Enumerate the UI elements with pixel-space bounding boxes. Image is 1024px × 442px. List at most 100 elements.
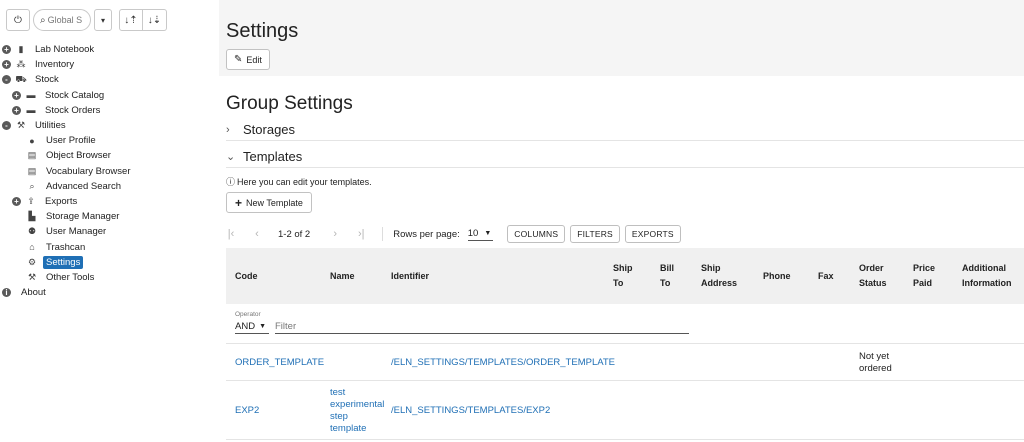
search-options-dropdown[interactable]: ▾ — [94, 9, 112, 31]
tree-item-user-profile[interactable]: ● User Profile — [0, 133, 219, 148]
cell-identifier[interactable]: /ELN_SETTINGS/TEMPLATES/EXP2 — [391, 405, 550, 417]
tree-item-about[interactable]: i About — [0, 285, 219, 300]
section-storages-label: Storages — [243, 122, 296, 137]
exports-button[interactable]: EXPORTS — [624, 225, 681, 243]
column-header-line: Order — [859, 263, 884, 273]
rows-per-page-select[interactable]: 10 ▼ — [467, 227, 494, 241]
column-header-code[interactable]: Code — [235, 269, 258, 284]
tree-item-lab-notebook[interactable]: + ▮ Lab Notebook — [0, 42, 219, 57]
tree-item-vocabulary-browser[interactable]: ▤ Vocabulary Browser — [0, 164, 219, 179]
edit-button[interactable]: ✎ Edit — [226, 49, 270, 70]
tree-item-advanced-search[interactable]: ⌕ Advanced Search — [0, 179, 219, 194]
column-header-line: Bill — [660, 263, 675, 273]
edit-button-label: Edit — [246, 54, 262, 65]
column-header-order-status[interactable]: Order Status — [859, 261, 887, 291]
cart-icon: ⛟ — [15, 73, 27, 84]
global-filter-input[interactable] — [275, 321, 689, 334]
templates-info: ⓘ Here you can edit your templates. — [226, 175, 372, 188]
tree-item-trashcan[interactable]: ⌂ Trashcan — [0, 239, 219, 254]
tree-item-label: Stock — [35, 74, 59, 86]
column-header-identifier[interactable]: Identifier — [391, 269, 429, 284]
operator-select[interactable]: AND ▼ — [235, 321, 269, 334]
column-header-line: Fax — [818, 271, 834, 281]
column-header-line: Identifier — [391, 271, 430, 281]
tree-item-object-browser[interactable]: ▤ Object Browser — [0, 148, 219, 163]
section-storages[interactable]: › Storages — [226, 119, 1024, 141]
rows-per-page-value: 10 — [467, 227, 479, 239]
cell-line: test — [330, 386, 346, 398]
filters-button[interactable]: FILTERS — [570, 225, 620, 243]
section-templates[interactable]: ⌄ Templates — [226, 146, 1024, 168]
column-header-additional-info[interactable]: Additional Information — [962, 261, 1012, 291]
column-header-line: Phone — [763, 271, 791, 281]
expand-icon[interactable]: + — [2, 45, 11, 55]
tree-item-stock-catalog[interactable]: + ▬ Stock Catalog — [0, 88, 219, 103]
tree-item-label: Other Tools — [46, 271, 95, 283]
cell-code[interactable]: EXP2 — [235, 405, 259, 417]
group-settings-title: Group Settings — [226, 93, 353, 114]
cell-identifier[interactable]: /ELN_SETTINGS/TEMPLATES/ORDER_TEMPLATE — [391, 357, 615, 369]
export-icon: ⇪ — [27, 195, 35, 206]
previous-page-button[interactable]: ‹ — [252, 228, 262, 240]
section-templates-label: Templates — [243, 149, 303, 164]
tree-item-exports[interactable]: + ⇪ Exports — [0, 194, 219, 209]
tree-item-label: Lab Notebook — [35, 44, 95, 56]
column-header-price-paid[interactable]: Price Paid — [913, 261, 935, 291]
global-search-input[interactable] — [47, 15, 90, 25]
power-icon: ⏻ — [14, 14, 22, 26]
expand-icon[interactable]: + — [2, 60, 11, 70]
column-header-phone[interactable]: Phone — [763, 269, 791, 284]
tree-item-other-tools[interactable]: ⚒ Other Tools — [0, 270, 219, 285]
folder-icon: ▬ — [26, 90, 36, 101]
tree-item-label: Inventory — [35, 59, 75, 71]
page-range: 1-2 of 2 — [278, 228, 311, 240]
columns-button[interactable]: COLUMNS — [507, 225, 566, 243]
expand-icon[interactable]: + — [12, 90, 21, 100]
first-page-button[interactable]: |‹ — [226, 228, 236, 240]
new-template-button[interactable]: + New Template — [226, 192, 312, 213]
sort-ascending-button[interactable]: ↓⇡ — [119, 9, 143, 31]
tree-item-utilities[interactable]: - ⚒ Utilities — [0, 118, 219, 133]
edit-icon: ✎ — [234, 54, 243, 65]
cell-line: Not yet — [859, 350, 890, 362]
tree-item-label: User Manager — [46, 226, 107, 238]
toolbar-divider — [382, 227, 384, 241]
table-row[interactable]: ORDER_TEMPLATE/ELN_SETTINGS/TEMPLATES/OR… — [226, 344, 1024, 381]
tree-item-inventory[interactable]: + ⁂ Inventory — [0, 57, 219, 72]
sidebar: ⏻ ⌕ ▾ ↓⇡ ↓⇣ +▮Lab Notebook+⁂Inventory-⛟S… — [0, 0, 219, 442]
users-icon: ⚉ — [27, 226, 37, 237]
tree-item-label: Vocabulary Browser — [46, 165, 131, 177]
column-header-name[interactable]: Name — [330, 269, 355, 284]
cell-name[interactable]: test experimental step template — [330, 387, 384, 435]
tree-item-storage-manager[interactable]: ▙ Storage Manager — [0, 209, 219, 224]
collapse-icon[interactable]: - — [2, 75, 11, 85]
column-header-fax[interactable]: Fax — [818, 269, 834, 284]
column-header-ship-to[interactable]: Ship To — [613, 261, 633, 291]
power-button[interactable]: ⏻ — [6, 9, 30, 31]
global-search[interactable]: ⌕ — [33, 9, 91, 31]
tree-item-settings[interactable]: ⚙ Settings — [0, 255, 219, 270]
column-header-bill-to[interactable]: Bill To — [660, 261, 674, 291]
operator-value: AND — [235, 321, 256, 332]
tree-item-user-manager[interactable]: ⚉ User Manager — [0, 224, 219, 239]
cell-line: step — [330, 410, 348, 422]
sort-descending-button[interactable]: ↓⇣ — [143, 9, 167, 31]
expand-icon[interactable]: + — [12, 105, 21, 115]
caret-down-icon: ▾ — [100, 15, 105, 25]
table-icon: ▤ — [27, 165, 37, 176]
last-page-button[interactable]: ›| — [356, 228, 366, 240]
cubes-icon: ⁂ — [16, 59, 26, 70]
new-template-label: New Template — [246, 197, 303, 208]
filter-row: Operator AND ▼ — [226, 304, 1024, 344]
column-header-ship-address[interactable]: Ship Address — [701, 261, 737, 291]
tree-item-stock-orders[interactable]: + ▬ Stock Orders — [0, 103, 219, 118]
next-page-button[interactable]: › — [330, 228, 340, 240]
table-row[interactable]: EXP2 test experimental step template/ELN_SET… — [226, 381, 1024, 440]
collapse-icon[interactable]: - — [2, 121, 11, 131]
page-header: Settings ✎ Edit — [219, 0, 1024, 76]
cell-code[interactable]: ORDER_TEMPLATE — [235, 357, 324, 369]
sidebar-toolbar: ⏻ ⌕ ▾ ↓⇡ ↓⇣ — [6, 9, 167, 31]
wrench-icon: ⚒ — [16, 120, 26, 131]
tree-item-stock[interactable]: - ⛟ Stock — [0, 72, 219, 87]
expand-icon[interactable]: + — [12, 196, 21, 206]
